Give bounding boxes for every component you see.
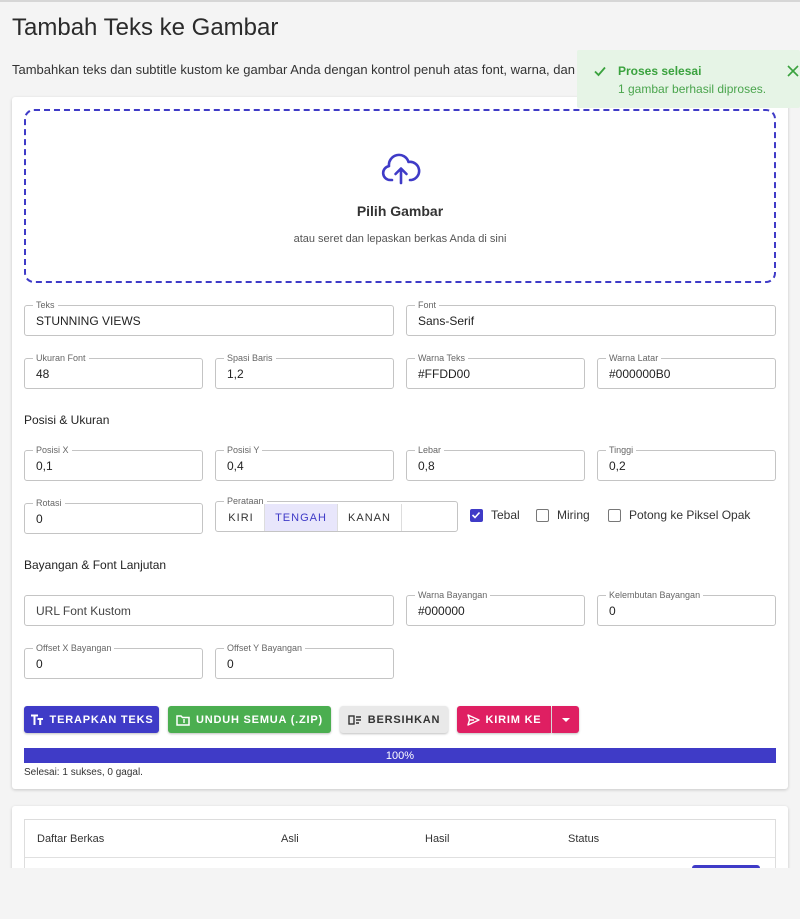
column-header-result: Hasil: [425, 833, 450, 845]
clear-label: BERSIHKAN: [367, 713, 441, 726]
progress-bar: 100%: [24, 748, 776, 763]
settings-card: Pilih Gambar atau seret dan lepaskan ber…: [12, 97, 788, 789]
custom-font-url-field: [24, 595, 394, 626]
checkbox-checked-icon: [470, 508, 483, 522]
header-divider: [25, 857, 775, 858]
text-format-icon: [30, 714, 44, 726]
page-title: Tambah Teks ke Gambar: [12, 14, 279, 41]
rotation-input[interactable]: [25, 504, 202, 533]
cloud-upload-icon: [381, 153, 421, 185]
pos-x-input[interactable]: [25, 451, 202, 480]
width-field: Lebar: [406, 444, 585, 481]
bold-label: Tebal: [491, 508, 520, 522]
line-spacing-field: Spasi Baris: [215, 352, 394, 389]
rotation-field: Rotasi: [24, 497, 203, 534]
align-center-button[interactable]: TENGAH: [265, 504, 338, 531]
toast-title: Proses selesai: [618, 64, 702, 78]
crop-label: Potong ke Piksel Opak: [629, 508, 751, 522]
italic-label: Miring: [557, 508, 590, 522]
line-spacing-input[interactable]: [216, 359, 393, 388]
shadow-offset-y-input[interactable]: [216, 649, 393, 678]
height-field: Tinggi: [597, 444, 776, 481]
toast-message: 1 gambar berhasil diproses.: [618, 82, 767, 96]
shadow-softness-field: Kelembutan Bayangan: [597, 589, 776, 626]
text-color-field: Warna Teks: [406, 352, 585, 389]
section-position-title: Posisi & Ukuran: [24, 413, 110, 427]
clear-button[interactable]: BERSIHKAN: [340, 706, 448, 733]
text-color-input[interactable]: [407, 359, 584, 388]
column-header-status: Status: [568, 833, 600, 845]
image-dropzone[interactable]: Pilih Gambar atau seret dan lepaskan ber…: [24, 109, 776, 283]
font-input[interactable]: [407, 306, 775, 335]
height-input[interactable]: [598, 451, 775, 480]
download-all-button[interactable]: UNDUH SEMUA (.ZIP): [168, 706, 331, 733]
align-right-button[interactable]: KANAN: [338, 504, 402, 531]
send-icon: [466, 713, 480, 726]
send-to-dropdown-button[interactable]: [552, 706, 579, 733]
shadow-offset-x-field: Offset X Bayangan: [24, 642, 203, 679]
clear-list-icon: [348, 714, 362, 726]
bold-checkbox[interactable]: Tebal: [470, 508, 520, 522]
column-header-original: Asli: [281, 833, 299, 845]
bg-color-input[interactable]: [598, 359, 775, 388]
pos-y-field: Posisi Y: [215, 444, 394, 481]
send-to-label: KIRIM KE: [485, 713, 542, 726]
italic-checkbox[interactable]: Miring: [536, 508, 590, 522]
shadow-color-field: Warna Bayangan: [406, 589, 585, 626]
progress-status: Selesai: 1 sukses, 0 gagal.: [24, 767, 143, 778]
bg-color-field: Warna Latar: [597, 352, 776, 389]
checkbox-unchecked-icon: [608, 508, 621, 522]
width-input[interactable]: [407, 451, 584, 480]
pos-x-field: Posisi X: [24, 444, 203, 481]
top-divider: [0, 0, 800, 2]
shadow-offset-x-input[interactable]: [25, 649, 202, 678]
shadow-softness-input[interactable]: [598, 596, 775, 625]
apply-text-label: TERAPKAN TEKS: [49, 713, 154, 726]
check-icon: [594, 66, 606, 77]
shadow-color-input[interactable]: [407, 596, 584, 625]
download-all-label: UNDUH SEMUA (.ZIP): [195, 713, 324, 726]
font-size-field: Ukuran Font: [24, 352, 203, 389]
close-icon[interactable]: [786, 64, 800, 78]
folder-zip-icon: [176, 714, 190, 726]
column-header-files: Daftar Berkas: [37, 833, 105, 845]
shadow-offset-y-field: Offset Y Bayangan: [215, 642, 394, 679]
align-left-button[interactable]: KIRI: [218, 504, 265, 531]
custom-font-url-input[interactable]: [25, 596, 393, 625]
pos-y-input[interactable]: [216, 451, 393, 480]
font-field: Font: [406, 299, 776, 336]
progress-percent: 100%: [385, 749, 415, 762]
apply-text-button[interactable]: TERAPKAN TEKS: [24, 706, 159, 733]
page-bottom: [0, 868, 800, 919]
chevron-down-icon: [561, 717, 570, 722]
success-toast: Proses selesai 1 gambar berhasil diprose…: [577, 50, 800, 108]
section-shadow-title: Bayangan & Font Lanjutan: [24, 558, 167, 572]
alignment-group: Perataan KIRI TENGAH KANAN: [215, 495, 458, 532]
checkbox-unchecked-icon: [536, 508, 549, 522]
send-to-button[interactable]: KIRIM KE: [457, 706, 551, 733]
text-field: Teks: [24, 299, 394, 336]
dropzone-title: Pilih Gambar: [356, 203, 444, 219]
font-size-input[interactable]: [25, 359, 202, 388]
page-description: Tambahkan teks dan subtitle kustom ke ga…: [12, 62, 582, 77]
crop-checkbox[interactable]: Potong ke Piksel Opak: [608, 508, 750, 522]
text-input[interactable]: [25, 306, 393, 335]
dropzone-subtitle: atau seret dan lepaskan berkas Anda di s…: [293, 233, 507, 245]
